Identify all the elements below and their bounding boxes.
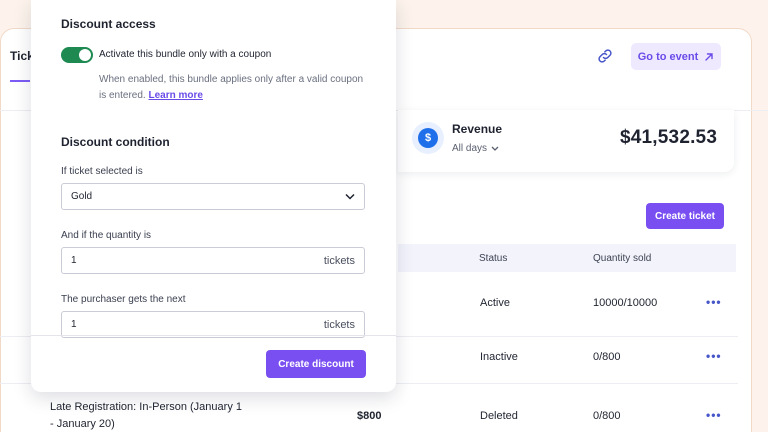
- row-status: Deleted: [480, 410, 518, 422]
- quantity-label: And if the quantity is: [61, 230, 152, 241]
- arrow-up-right-icon: [705, 52, 713, 61]
- more-options-icon[interactable]: •••: [706, 349, 722, 363]
- chevron-down-icon: [491, 146, 499, 151]
- more-options-icon[interactable]: •••: [706, 295, 722, 309]
- coupon-help-text: When enabled, this bundle applies only a…: [99, 72, 369, 104]
- discount-condition-title: Discount condition: [61, 135, 170, 149]
- active-tab-indicator: [10, 80, 30, 82]
- quantity-input[interactable]: 1 tickets: [61, 247, 365, 274]
- row-status: Active: [480, 297, 510, 309]
- row-status: Inactive: [480, 351, 518, 363]
- row-quantity: 10000/10000: [593, 297, 658, 309]
- table-header: [398, 244, 736, 272]
- coupon-only-toggle[interactable]: [61, 47, 93, 63]
- row-quantity: 0/800: [593, 351, 621, 363]
- revenue-amount: $41,532.53: [620, 127, 718, 148]
- quantity-suffix: tickets: [323, 254, 355, 267]
- coupon-only-label: Activate this bundle only with a coupon: [99, 49, 272, 60]
- revenue-label: Revenue: [452, 122, 503, 136]
- go-to-event-button[interactable]: Go to event: [631, 43, 721, 70]
- column-header-quantity-sold[interactable]: Quantity sold: [593, 253, 651, 264]
- link-icon[interactable]: [596, 47, 614, 65]
- next-tickets-input[interactable]: 1 tickets: [61, 311, 365, 338]
- ticket-select-value: Gold: [71, 191, 93, 202]
- create-discount-button[interactable]: Create discount: [266, 350, 366, 378]
- ticket-name-continued: - January 20): [50, 418, 115, 430]
- quantity-value: 1: [71, 255, 77, 266]
- ticket-name: Late Registration: In-Person (January 1: [50, 401, 242, 413]
- next-tickets-label: The purchaser gets the next: [61, 294, 186, 305]
- learn-more-link[interactable]: Learn more: [148, 90, 202, 101]
- next-tickets-value: 1: [71, 319, 77, 330]
- discount-panel: Discount access Activate this bundle onl…: [31, 0, 396, 392]
- go-to-event-label: Go to event: [637, 50, 699, 63]
- period-label: All days: [452, 143, 488, 154]
- next-tickets-suffix: tickets: [323, 318, 355, 331]
- chevron-down-icon: [345, 193, 355, 200]
- dollar-icon: $: [418, 128, 438, 148]
- row-quantity: 0/800: [593, 410, 621, 422]
- more-options-icon[interactable]: •••: [706, 408, 722, 422]
- period-selector[interactable]: All days: [452, 143, 499, 154]
- column-header-status[interactable]: Status: [479, 253, 507, 264]
- help-text: When enabled, this bundle applies only a…: [99, 74, 364, 101]
- ticket-select[interactable]: Gold: [61, 183, 365, 210]
- panel-footer-divider: [31, 335, 396, 336]
- discount-access-title: Discount access: [61, 17, 156, 31]
- ticket-price: $800: [357, 410, 382, 422]
- ticket-select-label: If ticket selected is: [61, 166, 143, 177]
- create-ticket-button[interactable]: Create ticket: [646, 203, 724, 229]
